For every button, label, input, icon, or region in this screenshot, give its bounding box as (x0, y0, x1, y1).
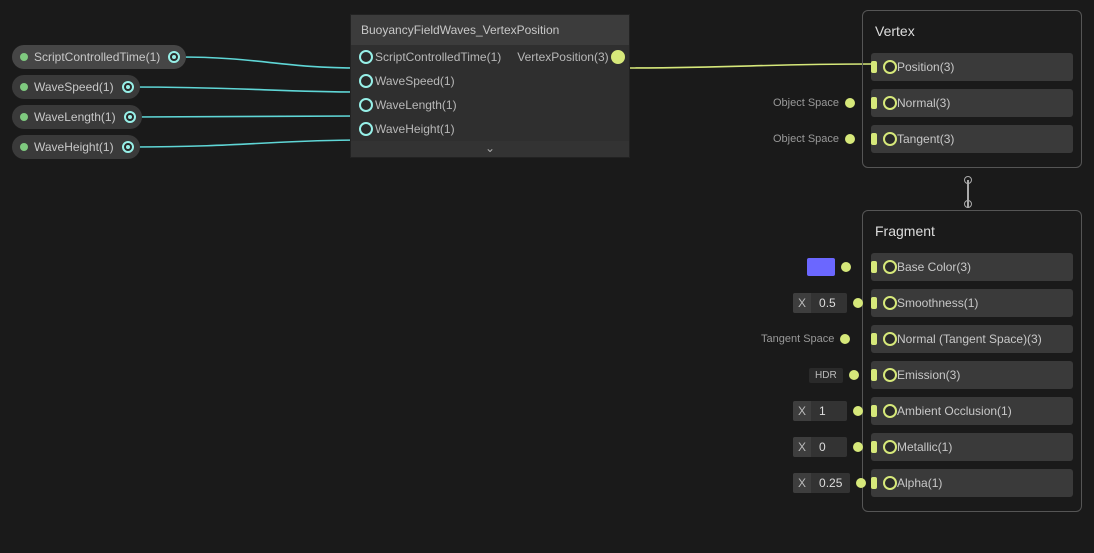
slot-label: Metallic(1) (897, 440, 952, 454)
slot-label: Alpha(1) (897, 476, 942, 490)
slot-handle-icon[interactable] (871, 297, 877, 309)
slot-label: Base Color(3) (897, 260, 971, 274)
connector-dot-icon (845, 98, 855, 108)
node-input-port[interactable]: WaveHeight(1) (351, 117, 509, 141)
connector-dot-icon (853, 406, 863, 416)
block-link-icon (964, 176, 972, 212)
space-label: Object Space (773, 133, 839, 145)
pill-label: WaveLength(1) (34, 110, 116, 124)
slot-row-tangent[interactable]: Object Space Tangent(3) (871, 123, 1073, 155)
node-input-port[interactable]: WaveSpeed(1) (351, 69, 509, 93)
node-output-port[interactable]: VertexPosition(3) (509, 45, 632, 69)
type-dot-icon (20, 113, 28, 121)
connector-dot-icon (853, 442, 863, 452)
slot-label: Position(3) (897, 60, 954, 74)
pill-label: WaveSpeed(1) (34, 80, 114, 94)
fragment-block[interactable]: Fragment Base Color(3) X0.5 Smoothness(1… (862, 210, 1082, 512)
slot-row-emission[interactable]: HDR Emission(3) (871, 359, 1073, 391)
type-dot-icon (20, 53, 28, 61)
connector-dot-icon (840, 334, 850, 344)
float-input[interactable]: X0 (793, 437, 847, 457)
slot-label: Normal(3) (897, 96, 950, 110)
param-pill-waveheight[interactable]: WaveHeight(1) (12, 135, 140, 159)
param-pill-wavelength[interactable]: WaveLength(1) (12, 105, 142, 129)
slot-label: Tangent(3) (897, 132, 954, 146)
slot-handle-icon[interactable] (871, 405, 877, 417)
slot-row-normal[interactable]: Object Space Normal(3) (871, 87, 1073, 119)
node-title[interactable]: BuoyancyFieldWaves_VertexPosition (351, 15, 629, 45)
hdr-badge[interactable]: HDR (809, 368, 843, 383)
output-port-icon[interactable] (122, 141, 134, 153)
slot-handle-icon[interactable] (871, 369, 877, 381)
slot-row-normal-ts[interactable]: Tangent Space Normal (Tangent Space)(3) (871, 323, 1073, 355)
connector-dot-icon (853, 298, 863, 308)
float-input[interactable]: X0.25 (793, 473, 850, 493)
slot-handle-icon[interactable] (871, 441, 877, 453)
output-port-icon[interactable] (122, 81, 134, 93)
float-input[interactable]: X1 (793, 401, 847, 421)
connector-dot-icon (841, 262, 851, 272)
node-input-port[interactable]: WaveLength(1) (351, 93, 509, 117)
slot-handle-icon[interactable] (871, 61, 877, 73)
expand-chevron-icon[interactable]: ⌄ (351, 141, 629, 157)
param-pill-scriptcontrolledtime[interactable]: ScriptControlledTime(1) (12, 45, 186, 69)
param-pill-wavespeed[interactable]: WaveSpeed(1) (12, 75, 140, 99)
type-dot-icon (20, 83, 28, 91)
space-label: Tangent Space (761, 333, 834, 345)
block-title: Fragment (871, 219, 1073, 247)
slot-label: Emission(3) (897, 368, 960, 382)
connector-dot-icon (856, 478, 866, 488)
slot-row-smoothness[interactable]: X0.5 Smoothness(1) (871, 287, 1073, 319)
vertex-block[interactable]: Vertex Position(3) Object Space Normal(3… (862, 10, 1082, 168)
slot-label: Smoothness(1) (897, 296, 978, 310)
space-label: Object Space (773, 97, 839, 109)
slot-handle-icon[interactable] (871, 133, 877, 145)
slot-row-ao[interactable]: X1 Ambient Occlusion(1) (871, 395, 1073, 427)
output-port-icon[interactable] (124, 111, 136, 123)
connector-dot-icon (845, 134, 855, 144)
slot-row-basecolor[interactable]: Base Color(3) (871, 251, 1073, 283)
pill-label: ScriptControlledTime(1) (34, 50, 160, 64)
float-input[interactable]: X0.5 (793, 293, 847, 313)
slot-label: Ambient Occlusion(1) (897, 404, 1012, 418)
block-title: Vertex (871, 19, 1073, 47)
output-port-icon[interactable] (168, 51, 180, 63)
slot-row-alpha[interactable]: X0.25 Alpha(1) (871, 467, 1073, 499)
slot-label: Normal (Tangent Space)(3) (897, 332, 1042, 346)
connector-dot-icon (849, 370, 859, 380)
slot-handle-icon[interactable] (871, 97, 877, 109)
slot-handle-icon[interactable] (871, 333, 877, 345)
slot-handle-icon[interactable] (871, 477, 877, 489)
node-input-port[interactable]: ScriptControlledTime(1) (351, 45, 509, 69)
pill-label: WaveHeight(1) (34, 140, 114, 154)
color-swatch[interactable] (807, 258, 835, 276)
slot-row-metallic[interactable]: X0 Metallic(1) (871, 431, 1073, 463)
type-dot-icon (20, 143, 28, 151)
slot-row-position[interactable]: Position(3) (871, 51, 1073, 83)
subgraph-node[interactable]: BuoyancyFieldWaves_VertexPosition Script… (350, 14, 630, 158)
slot-handle-icon[interactable] (871, 261, 877, 273)
